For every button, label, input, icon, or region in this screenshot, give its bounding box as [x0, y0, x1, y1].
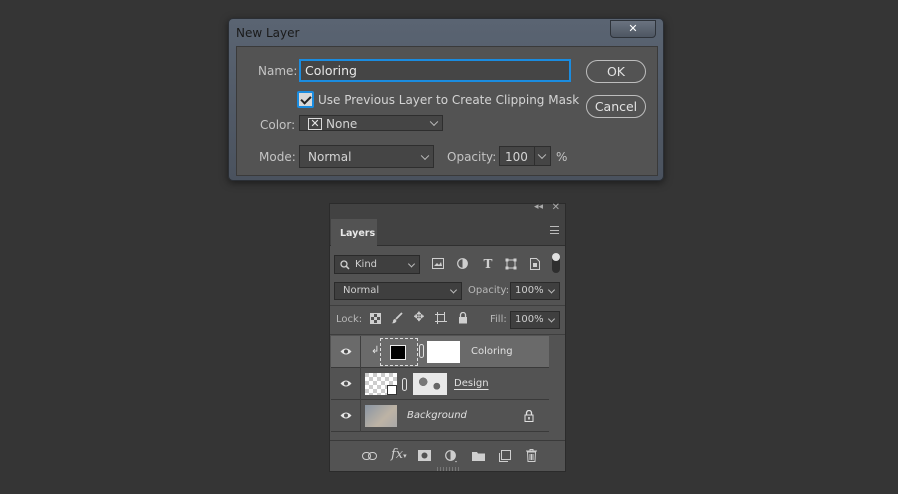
- panel-header: ◂◂ ✕: [330, 202, 565, 217]
- layer-thumbnail: [365, 405, 397, 427]
- adjustment-filter-icon[interactable]: [457, 258, 468, 269]
- dialog-body: Name: Use Previous Layer to Create Clipp…: [236, 46, 658, 176]
- divider: [360, 336, 361, 368]
- type-filter-icon[interactable]: T: [481, 258, 495, 270]
- opacity-value: 100: [505, 150, 528, 164]
- layer-row-design[interactable]: Design: [331, 368, 549, 400]
- divider: [330, 305, 565, 306]
- chevron-down-icon[interactable]: [537, 150, 547, 160]
- layer-row-background[interactable]: Background: [331, 400, 549, 432]
- opacity-label: Opacity:: [447, 150, 497, 164]
- layer-mask-thumbnail: [413, 373, 447, 395]
- layer-opacity-field[interactable]: 100%: [510, 282, 560, 300]
- image-filter-icon[interactable]: [432, 258, 444, 269]
- opacity-label: Opacity:: [468, 285, 510, 296]
- name-input[interactable]: [299, 59, 571, 82]
- color-select[interactable]: ✕ None: [299, 115, 443, 131]
- new-layer-icon[interactable]: [499, 450, 511, 462]
- add-mask-icon[interactable]: [418, 450, 431, 461]
- dialog-title: New Layer: [236, 26, 300, 40]
- layer-mask-thumbnail: [427, 341, 460, 363]
- lock-label: Lock:: [336, 314, 363, 325]
- mode-select[interactable]: Normal: [299, 145, 434, 168]
- shape-filter-icon[interactable]: [505, 258, 517, 270]
- divider: [534, 147, 535, 165]
- lock-transparency-icon[interactable]: [370, 313, 381, 324]
- adjustment-layer-icon[interactable]: [445, 450, 458, 463]
- panel-menu-icon[interactable]: [550, 226, 559, 234]
- visibility-eye-icon[interactable]: [340, 347, 352, 356]
- fill-label: Fill:: [490, 314, 507, 325]
- close-icon[interactable]: ✕: [552, 202, 560, 213]
- color-label: Color:: [260, 118, 296, 132]
- layer-name[interactable]: Design: [454, 378, 489, 389]
- fx-icon[interactable]: fx▾: [391, 448, 407, 462]
- fill-field[interactable]: 100%: [510, 311, 560, 329]
- clipping-mask-checkbox[interactable]: [297, 91, 314, 108]
- percent-label: %: [556, 150, 568, 164]
- divider: [330, 334, 565, 335]
- visibility-eye-icon[interactable]: [340, 411, 352, 420]
- blend-mode-value: Normal: [343, 285, 380, 296]
- lock-move-icon[interactable]: ✥: [412, 311, 426, 324]
- filter-toggle[interactable]: [552, 253, 560, 273]
- lock-brush-icon[interactable]: [391, 312, 403, 324]
- layer-name[interactable]: Coloring: [471, 346, 513, 357]
- lock-all-icon[interactable]: [458, 312, 468, 324]
- chevron-down-icon: [420, 151, 430, 160]
- panel-tab-bar: Layers: [330, 217, 565, 246]
- layer-opacity-value: 100%: [515, 285, 544, 296]
- blend-mode-select[interactable]: Normal: [334, 282, 462, 300]
- layer-thumbnail: [365, 373, 397, 395]
- search-icon: [340, 260, 350, 270]
- clipping-mask-label: Use Previous Layer to Create Clipping Ma…: [318, 93, 580, 107]
- divider: [360, 400, 361, 432]
- visibility-eye-icon[interactable]: [340, 379, 352, 388]
- smart-object-filter-icon[interactable]: [530, 258, 540, 270]
- divider: [360, 368, 361, 400]
- lock-icon[interactable]: [524, 410, 534, 422]
- layer-name[interactable]: Background: [407, 410, 467, 421]
- filter-kind-select[interactable]: Kind: [334, 255, 420, 274]
- clipping-arrow-icon: ↲: [371, 345, 380, 356]
- mode-label: Mode:: [259, 150, 296, 164]
- smart-object-badge: [387, 385, 397, 395]
- delete-layer-icon[interactable]: [526, 449, 537, 462]
- opacity-field[interactable]: 100: [499, 146, 551, 166]
- layers-panel: ◂◂ ✕ Layers Kind T Normal Opacity: 100%: [329, 202, 566, 472]
- ok-button[interactable]: OK: [586, 60, 646, 83]
- chevron-down-icon[interactable]: [547, 315, 556, 323]
- resize-grip[interactable]: [437, 467, 459, 471]
- close-button[interactable]: ✕: [610, 20, 656, 38]
- color-value: None: [326, 117, 358, 131]
- no-color-icon: ✕: [308, 118, 322, 130]
- panel-footer: fx▾: [330, 440, 565, 471]
- tab-layers[interactable]: Layers: [331, 219, 377, 246]
- chevron-down-icon: [429, 117, 439, 127]
- collapse-icon[interactable]: ◂◂: [534, 202, 543, 212]
- fill-value: 100%: [515, 314, 544, 325]
- layer-thumbnail: [380, 338, 418, 366]
- lock-artboard-icon[interactable]: [435, 312, 447, 324]
- cancel-button[interactable]: Cancel: [586, 95, 646, 118]
- new-layer-dialog: New Layer ✕ Name: Use Previous Layer to …: [228, 18, 664, 181]
- chevron-down-icon: [407, 259, 416, 268]
- filter-kind-value: Kind: [355, 259, 378, 270]
- chevron-down-icon[interactable]: [547, 286, 556, 294]
- link-icon[interactable]: [419, 344, 424, 358]
- link-icon[interactable]: [402, 378, 407, 391]
- link-layers-icon[interactable]: [362, 452, 377, 460]
- new-group-icon[interactable]: [472, 451, 485, 461]
- name-label: Name:: [258, 64, 298, 78]
- layer-row-coloring[interactable]: ↲ Coloring: [331, 336, 549, 368]
- chevron-down-icon: [449, 286, 458, 294]
- mode-value: Normal: [308, 150, 352, 164]
